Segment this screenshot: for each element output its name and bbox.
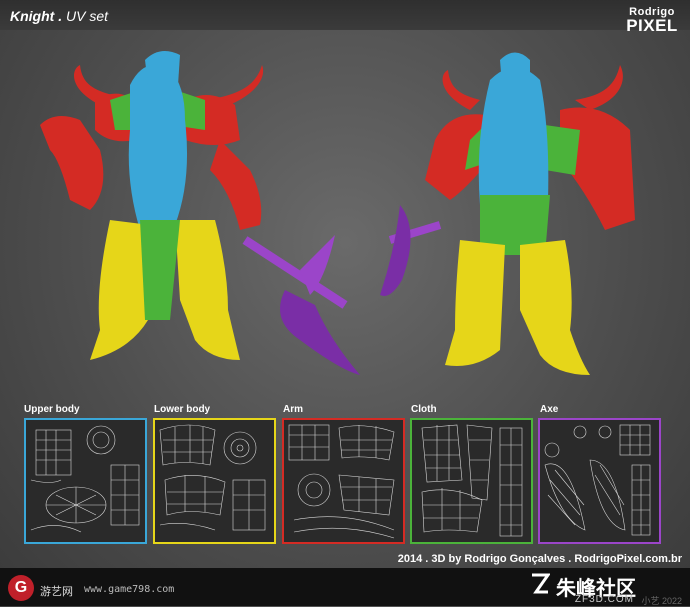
uv-label-arm: Arm xyxy=(283,404,304,415)
title-rest: UV set xyxy=(66,8,109,24)
uv-panel-cloth xyxy=(410,418,533,544)
zf3d-logo-icon xyxy=(532,573,550,594)
uv-wireframe-cloth xyxy=(421,424,523,537)
knight-front-view xyxy=(40,51,360,375)
uv-wireframe-axe xyxy=(544,424,651,536)
axe-back xyxy=(380,205,442,296)
uv-label-upper-body: Upper body xyxy=(24,404,80,415)
uv-panel-axe xyxy=(538,418,661,544)
uv-wireframe-lower-body xyxy=(159,424,266,531)
knight-renders xyxy=(40,51,635,375)
uv-label-axe: Axe xyxy=(540,404,559,415)
site-url[interactable]: www.game798.com xyxy=(84,584,174,595)
title-bold: Knight . xyxy=(10,8,63,24)
game798-logo: G xyxy=(8,575,34,601)
watermark: 小艺 2022 xyxy=(641,596,682,606)
page-title: Knight . UV set xyxy=(10,8,108,24)
uv-panel-upper-body xyxy=(24,418,147,544)
uv-wireframe-arm xyxy=(288,424,395,539)
axe-front xyxy=(242,235,360,375)
zf3d-url: ZF3D.COM xyxy=(574,594,634,605)
uv-panel-lower-body xyxy=(153,418,276,544)
uv-label-cloth: Cloth xyxy=(411,404,437,415)
site-name: 游艺网 xyxy=(40,586,73,598)
uv-label-lower-body: Lower body xyxy=(154,404,211,415)
footer-bar: G 游艺网 www.game798.com 朱峰社区 ZF3D.COM 小艺 2… xyxy=(0,568,690,606)
credit-text: 2014 . 3D by Rodrigo Gonçalves . Rodrigo… xyxy=(397,553,682,565)
uv-wireframe-upper-body xyxy=(30,425,140,533)
uv-panel-arm xyxy=(282,418,405,544)
knight-back-view xyxy=(380,52,635,375)
